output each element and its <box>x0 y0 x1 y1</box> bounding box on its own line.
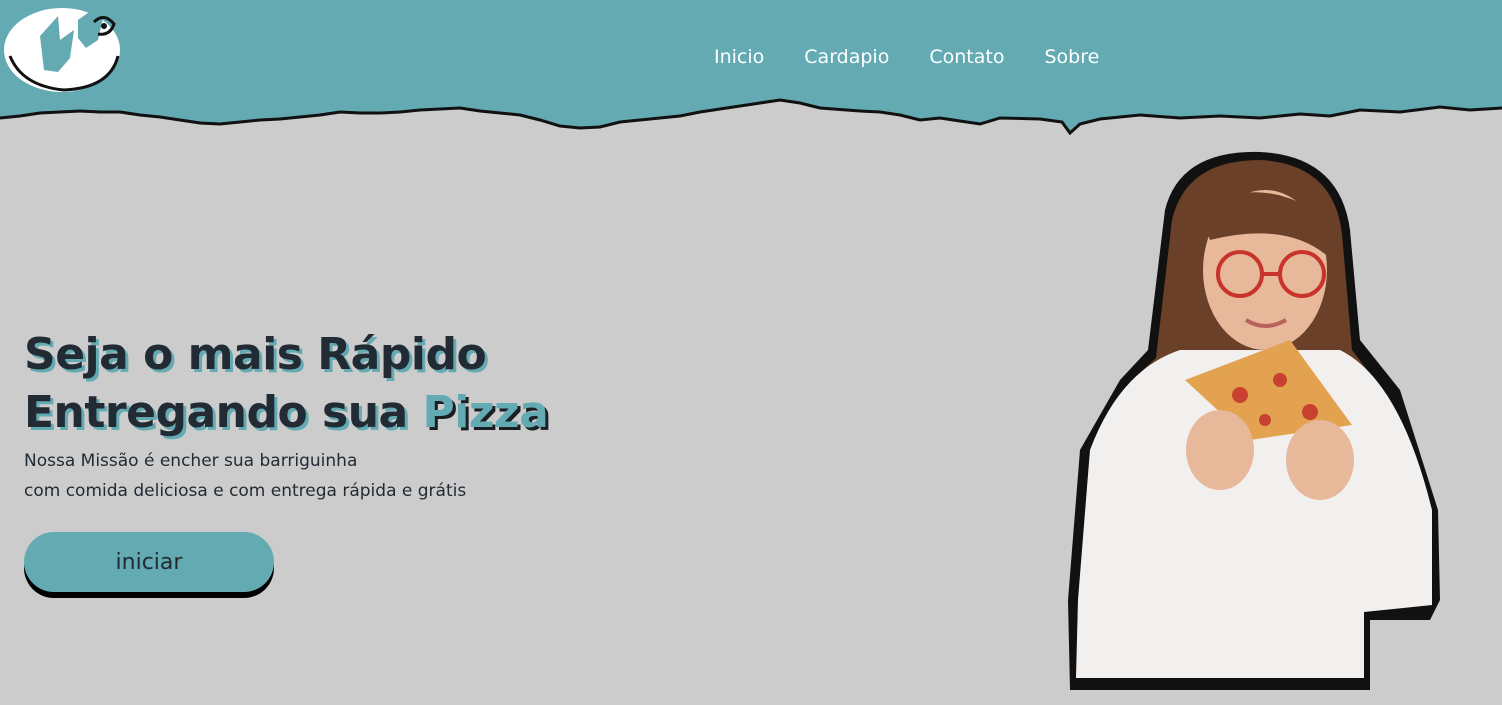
nav-item-cardapio[interactable]: Cardapio <box>784 44 909 70</box>
iniciar-button[interactable]: iniciar <box>24 532 274 592</box>
hero-subtitle: Nossa Missão é encher sua barriguinha co… <box>24 446 548 506</box>
nav-item-inicio[interactable]: Inicio <box>694 44 784 70</box>
hero-title-line1: Seja o mais Rápido <box>24 329 487 380</box>
hero-title-accent: Pizza <box>422 387 549 438</box>
hero-section: Seja o mais Rápido Entregando sua Pizza … <box>24 326 549 506</box>
hero-subtitle-line1: Nossa Missão é encher sua barriguinha <box>24 451 358 471</box>
brand-logo-icon[interactable] <box>0 0 122 92</box>
main-nav: Inicio Cardapio Contato Sobre <box>694 44 1119 70</box>
nav-item-sobre[interactable]: Sobre <box>1024 44 1119 70</box>
torn-paper-header-bg <box>0 0 1502 136</box>
woman-eating-pizza-photo <box>1068 151 1440 690</box>
nav-item-contato[interactable]: Contato <box>909 44 1024 70</box>
hero-title-line2: Entregando sua <box>24 387 423 438</box>
header: Inicio Cardapio Contato Sobre <box>0 0 1502 140</box>
hero-subtitle-line2: com comida deliciosa e com entrega rápid… <box>24 481 467 501</box>
hero-title: Seja o mais Rápido Entregando sua Pizza <box>24 326 549 442</box>
